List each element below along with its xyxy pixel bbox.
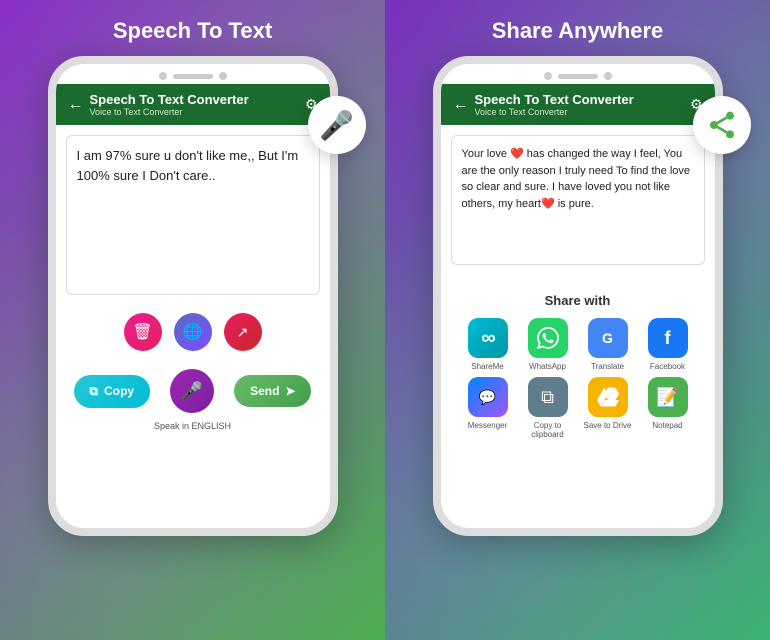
- share-button-left[interactable]: ↗: [224, 313, 262, 351]
- clipboard-icon: ⧉: [528, 377, 568, 417]
- mic-button[interactable]: 🎤: [170, 369, 214, 413]
- app-title-left: Speech To Text Converter: [90, 92, 249, 107]
- floating-mic-icon: 🎤: [308, 96, 366, 154]
- messenger-label: Messenger: [468, 421, 508, 430]
- copy-label: Copy: [104, 384, 134, 398]
- phone-top-bar-right: [441, 64, 715, 84]
- right-phone: ← Speech To Text Converter Voice to Text…: [433, 56, 723, 536]
- app-header-right-group: ← Speech To Text Converter Voice to Text…: [453, 92, 634, 117]
- right-phone-wrapper: ← Speech To Text Converter Voice to Text…: [433, 56, 723, 536]
- whatsapp-label: WhatsApp: [529, 362, 566, 371]
- send-button[interactable]: Send ➤: [234, 375, 311, 407]
- whatsapp-icon: [528, 318, 568, 358]
- camera-dot-left: [159, 72, 167, 80]
- translate-icon: G: [588, 318, 628, 358]
- clipboard-label: Copy to clipboard: [521, 421, 575, 439]
- large-mic-icon: 🎤: [319, 109, 354, 142]
- app-title-group-left: Speech To Text Converter Voice to Text C…: [90, 92, 249, 117]
- microphone-icon: 🎤: [181, 381, 203, 402]
- speaker-left: [173, 74, 213, 79]
- globe-icon: 🌐: [183, 322, 203, 342]
- right-panel: Share Anywhere ← Speech To Text Converte…: [385, 0, 770, 640]
- share-app-notepad[interactable]: 📝 Notepad: [641, 377, 695, 439]
- share-sheet: Share with ∞ ShareMe WhatsApp G: [451, 283, 705, 449]
- share-app-whatsapp[interactable]: WhatsApp: [521, 318, 575, 371]
- bottom-bar-left: ⧉ Copy 🎤 Send ➤: [56, 359, 330, 421]
- back-arrow-left[interactable]: ←: [68, 96, 84, 114]
- copy-button[interactable]: ⧉ Copy: [74, 375, 151, 408]
- app-title-group-right: Speech To Text Converter Voice to Text C…: [475, 92, 634, 117]
- left-panel-title: Speech To Text: [113, 18, 272, 44]
- translate-button[interactable]: 🌐: [174, 313, 212, 351]
- share-app-clipboard[interactable]: ⧉ Copy to clipboard: [521, 377, 575, 439]
- share-apps-grid: ∞ ShareMe WhatsApp G Translate f: [461, 318, 695, 439]
- back-arrow-right[interactable]: ←: [453, 96, 469, 114]
- share-icon-left: ↗: [237, 324, 249, 341]
- notepad-label: Notepad: [652, 421, 682, 430]
- app-title-right: Speech To Text Converter: [475, 92, 634, 107]
- facebook-label: Facebook: [650, 362, 685, 371]
- share-app-drive[interactable]: Save to Drive: [581, 377, 635, 439]
- app-subtitle-right: Voice to Text Converter: [475, 107, 634, 117]
- drive-label: Save to Drive: [583, 421, 631, 430]
- messenger-icon: 💬: [468, 377, 508, 417]
- left-phone: ← Speech To Text Converter Voice to Text…: [48, 56, 338, 536]
- text-display-left[interactable]: I am 97% sure u don't like me,, But I'm …: [66, 135, 320, 295]
- action-buttons-left: 🗑 🌐 ↗: [56, 313, 330, 351]
- app-header-left-group: ← Speech To Text Converter Voice to Text…: [68, 92, 249, 117]
- copy-icon: ⧉: [90, 384, 99, 399]
- phone-top-bar-left: [56, 64, 330, 84]
- share-app-shareme[interactable]: ∞ ShareMe: [461, 318, 515, 371]
- speaker-right: [558, 74, 598, 79]
- camera-dot2-right: [604, 72, 612, 80]
- share-app-facebook[interactable]: f Facebook: [641, 318, 695, 371]
- camera-dot-right: [544, 72, 552, 80]
- text-display-right[interactable]: Your love ❤️ has changed the way I feel,…: [451, 135, 705, 265]
- app-header-left: ← Speech To Text Converter Voice to Text…: [56, 84, 330, 125]
- share-app-messenger[interactable]: 💬 Messenger: [461, 377, 515, 439]
- right-panel-title: Share Anywhere: [492, 18, 664, 44]
- drive-icon: [588, 377, 628, 417]
- send-arrow-icon: ➤: [285, 384, 295, 398]
- share-with-title: Share with: [461, 293, 695, 308]
- camera-dot2-left: [219, 72, 227, 80]
- app-subtitle-left: Voice to Text Converter: [90, 107, 249, 117]
- floating-share-icon: [693, 96, 751, 154]
- shareme-icon: ∞: [468, 318, 508, 358]
- app-header-right: ← Speech To Text Converter Voice to Text…: [441, 84, 715, 125]
- delete-button[interactable]: 🗑: [124, 313, 162, 351]
- translate-label: Translate: [591, 362, 624, 371]
- share-svg-icon: [706, 109, 738, 141]
- shareme-label: ShareMe: [471, 362, 503, 371]
- notepad-icon: 📝: [648, 377, 688, 417]
- speak-label: Speak in ENGLISH: [56, 421, 330, 437]
- facebook-icon: f: [648, 318, 688, 358]
- left-panel: Speech To Text ← Speech To Text Converte…: [0, 0, 385, 640]
- send-label: Send: [250, 384, 279, 398]
- share-app-translate[interactable]: G Translate: [581, 318, 635, 371]
- trash-icon: 🗑: [132, 322, 152, 342]
- left-phone-wrapper: ← Speech To Text Converter Voice to Text…: [48, 56, 338, 536]
